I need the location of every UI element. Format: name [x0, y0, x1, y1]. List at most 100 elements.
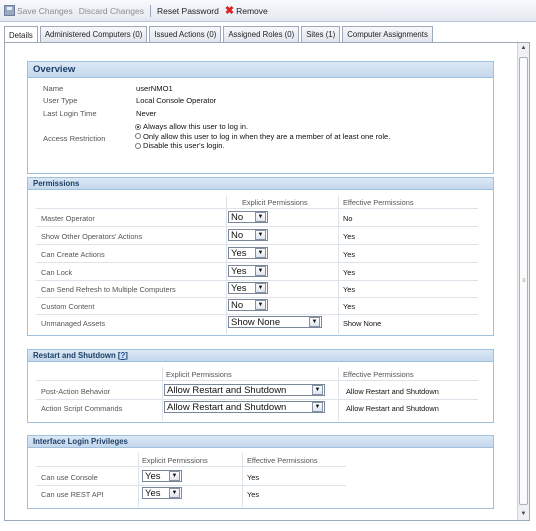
- action-script-commands-label: Action Script Commands: [41, 404, 123, 413]
- dropdown-arrow-icon: ▼: [312, 402, 323, 412]
- restart-shutdown-title: Restart and Shutdown [?]: [28, 350, 493, 362]
- can-lock-effective: Yes: [343, 268, 356, 277]
- row-divider: [36, 485, 346, 486]
- row-divider: [36, 314, 478, 315]
- row-divider: [36, 262, 478, 263]
- last-login-label: Last Login Time: [43, 109, 97, 118]
- permissions-title: Permissions: [28, 178, 493, 190]
- access-option-role-member[interactable]: Only allow this user to log in when they…: [135, 132, 390, 142]
- row-divider: [36, 226, 478, 227]
- master-operator-effective: No: [343, 214, 353, 223]
- discard-changes-label: Discard Changes: [78, 5, 144, 16]
- save-changes-label: Save Changes: [17, 5, 73, 16]
- tab-issued-actions[interactable]: Issued Actions (0): [149, 26, 222, 42]
- radio-icon: [135, 133, 141, 140]
- row-divider: [36, 466, 346, 467]
- access-option-always[interactable]: Always allow this user to log in.: [135, 122, 390, 132]
- details-content: Overview Name userNMO1 User Type Local C…: [4, 42, 530, 521]
- post-action-behavior-label: Post-Action Behavior: [41, 387, 111, 396]
- column-divider: [138, 453, 139, 507]
- dropdown-arrow-icon: ▼: [255, 212, 266, 222]
- access-option-disable[interactable]: Disable this user's login.: [135, 141, 390, 151]
- permissions-explicit-header: Explicit Permissions: [242, 198, 308, 207]
- interface-effective-header: Effective Permissions: [247, 456, 318, 465]
- restart-effective-header: Effective Permissions: [343, 370, 414, 379]
- send-refresh-select[interactable]: Yes ▼: [228, 282, 268, 294]
- scroll-down-icon[interactable]: ▼: [518, 509, 529, 520]
- reset-password-label: Reset Password: [156, 5, 219, 16]
- scroll-up-icon[interactable]: ▲: [518, 43, 529, 54]
- restart-shutdown-panel: Restart and Shutdown [?] Explicit Permis…: [27, 349, 494, 423]
- remove-label: Remove: [236, 5, 268, 16]
- can-use-console-effective: Yes: [247, 473, 260, 482]
- create-actions-select[interactable]: Yes ▼: [228, 247, 268, 259]
- action-script-commands-select[interactable]: Allow Restart and Shutdown ▼: [164, 401, 325, 413]
- custom-content-select-value: No: [231, 299, 244, 311]
- overview-panel: Overview Name userNMO1 User Type Local C…: [27, 61, 494, 174]
- access-option-always-label: Always allow this user to log in.: [143, 122, 249, 132]
- unmanaged-assets-select[interactable]: Show None ▼: [228, 316, 322, 328]
- column-divider: [242, 453, 243, 507]
- permissions-panel: Permissions Explicit Permissions Effecti…: [27, 177, 494, 336]
- name-value: userNMO1: [136, 84, 173, 93]
- user-type-label: User Type: [43, 96, 78, 105]
- dropdown-arrow-icon: ▼: [255, 300, 266, 310]
- dropdown-arrow-icon: ▼: [255, 266, 266, 276]
- restart-shutdown-title-text: Restart and Shutdown [: [33, 351, 121, 360]
- tab-computer-assignments[interactable]: Computer Assignments: [342, 26, 433, 42]
- permissions-effective-header: Effective Permissions: [343, 198, 414, 207]
- dropdown-arrow-icon: ▼: [312, 385, 323, 395]
- radio-selected-icon: [135, 123, 141, 130]
- can-lock-select[interactable]: Yes ▼: [228, 265, 268, 277]
- perm-label-custom-content: Custom Content: [41, 302, 95, 311]
- create-actions-select-value: Yes: [231, 247, 247, 259]
- toolbar: Save Changes Discard Changes Reset Passw…: [0, 0, 536, 22]
- action-script-commands-effective: Allow Restart and Shutdown: [346, 404, 439, 413]
- radio-icon: [135, 142, 141, 149]
- custom-content-select[interactable]: No ▼: [228, 299, 268, 311]
- tab-details[interactable]: Details: [4, 26, 38, 43]
- column-divider: [338, 367, 339, 421]
- can-use-rest-api-select[interactable]: Yes ▼: [142, 487, 182, 499]
- perm-label-show-other: Show Other Operators' Actions: [41, 232, 143, 241]
- user-type-value: Local Console Operator: [136, 96, 217, 105]
- row-divider: [36, 208, 478, 209]
- can-use-rest-api-select-value: Yes: [145, 487, 161, 499]
- custom-content-effective: Yes: [343, 302, 356, 311]
- scrollbar-thumb[interactable]: ≡: [519, 57, 528, 505]
- last-login-value: Never: [136, 109, 157, 118]
- post-action-behavior-select[interactable]: Allow Restart and Shutdown ▼: [164, 384, 325, 396]
- vertical-scrollbar[interactable]: ▲ ≡ ▼: [517, 43, 529, 520]
- dropdown-arrow-icon: ▼: [169, 471, 180, 481]
- save-icon: [4, 5, 15, 16]
- dropdown-arrow-icon: ▼: [169, 488, 180, 498]
- tab-administered-computers[interactable]: Administered Computers (0): [39, 26, 148, 42]
- can-use-rest-api-effective: Yes: [247, 490, 260, 499]
- row-divider: [36, 297, 478, 298]
- row-divider: [36, 380, 478, 381]
- access-restriction-label: Access Restriction: [43, 134, 106, 143]
- perm-label-send-refresh: Can Send Refresh to Multiple Computers: [41, 285, 176, 294]
- tab-sites[interactable]: Sites (1): [301, 26, 341, 42]
- post-action-behavior-effective: Allow Restart and Shutdown: [346, 387, 439, 396]
- interface-login-title: Interface Login Privileges: [28, 436, 493, 448]
- save-changes-button[interactable]: Save Changes: [4, 5, 73, 16]
- can-use-console-select[interactable]: Yes ▼: [142, 470, 182, 482]
- name-label: Name: [43, 84, 64, 93]
- reset-password-button[interactable]: Reset Password: [157, 6, 219, 16]
- unmanaged-assets-effective: Show None: [343, 319, 382, 328]
- tab-bar: Details Administered Computers (0) Issue…: [4, 26, 433, 43]
- tab-assigned-roles[interactable]: Assigned Roles (0): [223, 26, 300, 42]
- show-other-actions-select[interactable]: No ▼: [228, 229, 268, 241]
- access-option-disable-label: Disable this user's login.: [143, 141, 225, 151]
- row-divider: [36, 280, 478, 281]
- show-other-actions-select-value: No: [231, 229, 244, 241]
- can-use-rest-api-label: Can use REST API: [41, 490, 104, 499]
- remove-button[interactable]: ✖ Remove: [225, 5, 268, 16]
- discard-changes-button[interactable]: Discard Changes: [79, 6, 144, 16]
- perm-label-can-lock: Can Lock: [41, 268, 73, 277]
- master-operator-select[interactable]: No ▼: [228, 211, 268, 223]
- send-refresh-select-value: Yes: [231, 282, 247, 294]
- send-refresh-effective: Yes: [343, 285, 356, 294]
- row-divider: [36, 399, 478, 400]
